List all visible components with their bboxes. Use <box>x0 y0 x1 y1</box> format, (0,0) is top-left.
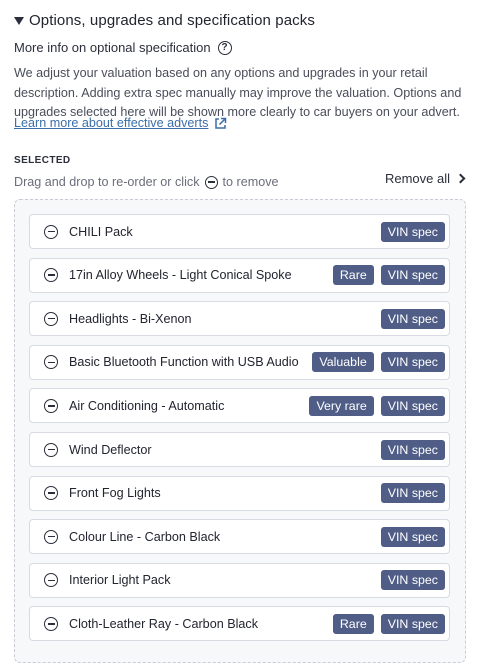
option-badge: VIN spec <box>380 395 445 416</box>
remove-option-icon[interactable] <box>44 616 58 631</box>
option-badges: VIN spec <box>380 308 445 329</box>
caret-down-icon <box>14 17 24 25</box>
remove-option-icon[interactable] <box>44 398 58 413</box>
selected-option-row[interactable]: Colour Line - Carbon Black VIN spec <box>29 519 450 555</box>
option-badges: VIN spec <box>380 483 445 504</box>
selected-option-row[interactable]: 17in Alloy Wheels - Light Conical Spoke R… <box>29 257 450 293</box>
remove-option-icon[interactable] <box>44 311 58 326</box>
selected-option-row[interactable]: CHILI Pack VIN spec <box>29 214 450 249</box>
option-label: Headlights - Bi-Xenon <box>69 311 192 326</box>
section-toggle[interactable]: Options, upgrades and specification pack… <box>14 12 315 29</box>
remove-option-icon[interactable] <box>44 442 58 457</box>
option-badge: VIN spec <box>380 526 445 547</box>
remove-option-icon[interactable] <box>44 573 58 588</box>
more-info: More info on optional specification ? <box>14 40 232 55</box>
option-badge: VIN spec <box>380 221 445 242</box>
option-label: 17in Alloy Wheels - Light Conical Spoke <box>69 268 292 283</box>
remove-all-label: Remove all <box>384 171 450 186</box>
remove-option-icon[interactable] <box>44 486 58 501</box>
option-label: Air Conditioning - Automatic <box>69 398 225 413</box>
option-badge: VIN spec <box>380 308 445 329</box>
selected-option-row[interactable]: Front Fog Lights VIN spec <box>29 475 450 511</box>
selected-option-row[interactable]: Headlights - Bi-Xenon VIN spec <box>29 301 450 337</box>
help-icon[interactable]: ? <box>217 40 232 55</box>
selected-option-row[interactable]: Wind Deflector VIN spec <box>29 432 450 467</box>
remove-option-icon[interactable] <box>44 268 58 283</box>
remove-option-icon[interactable] <box>44 224 58 239</box>
remove-all-button[interactable]: Remove all <box>384 171 466 186</box>
learn-more-link[interactable]: Learn more about effective adverts <box>14 116 227 130</box>
option-label: Cloth-Leather Ray - Carbon Black <box>69 616 258 631</box>
selected-option-row[interactable]: Interior Light Pack VIN spec <box>29 562 450 598</box>
option-badges: Rare VIN spec <box>332 265 445 286</box>
option-label: CHILI Pack <box>69 224 133 239</box>
selected-option-row[interactable]: Cloth-Leather Ray - Carbon Black Rare VIN … <box>29 606 450 642</box>
more-info-label: More info on optional specification <box>14 40 211 55</box>
drag-hint: Drag and drop to re-order or click to re… <box>14 175 279 189</box>
option-label: Interior Light Pack <box>69 573 171 588</box>
option-badge: VIN spec <box>380 613 445 634</box>
selected-heading: SELECTED <box>14 155 71 166</box>
option-badge: Very rare <box>309 395 374 416</box>
option-label: Colour Line - Carbon Black <box>69 529 221 544</box>
option-badge: VIN spec <box>380 439 445 460</box>
section-description: We adjust your valuation based on any op… <box>14 66 462 119</box>
option-label: Wind Deflector <box>69 442 152 457</box>
option-badge: Rare <box>332 265 374 286</box>
chevron-right-icon <box>455 173 466 184</box>
remove-circle-icon <box>204 175 218 189</box>
option-badges: VIN spec <box>380 570 445 591</box>
drag-hint-text: Drag and drop to re-order or click <box>14 175 200 189</box>
option-badges: Rare VIN spec <box>332 613 445 634</box>
option-badge: VIN spec <box>380 352 445 373</box>
learn-more-label: Learn more about effective adverts <box>14 116 209 130</box>
section-title: Options, upgrades and specification pack… <box>29 12 315 29</box>
remove-option-icon[interactable] <box>44 529 58 544</box>
drag-hint-text-end: to remove <box>222 175 279 189</box>
option-badges: Very rare VIN spec <box>309 395 445 416</box>
option-label: Front Fog Lights <box>69 486 161 501</box>
remove-option-icon[interactable] <box>44 355 58 370</box>
option-badge: Valuable <box>312 352 374 373</box>
option-badges: Valuable VIN spec <box>312 352 445 373</box>
option-badge: Rare <box>332 613 374 634</box>
option-label: Basic Bluetooth Function with USB Audio <box>69 355 299 370</box>
option-badge: VIN spec <box>380 483 445 504</box>
option-badge: VIN spec <box>380 570 445 591</box>
option-badges: VIN spec <box>380 221 445 242</box>
option-badges: VIN spec <box>380 439 445 460</box>
selected-option-row[interactable]: Basic Bluetooth Function with USB Audio V… <box>29 344 450 380</box>
external-link-icon <box>215 117 227 129</box>
selected-option-row[interactable]: Air Conditioning - Automatic Very rare VIN… <box>29 388 450 424</box>
option-badge: VIN spec <box>380 265 445 286</box>
option-badges: VIN spec <box>380 526 445 547</box>
